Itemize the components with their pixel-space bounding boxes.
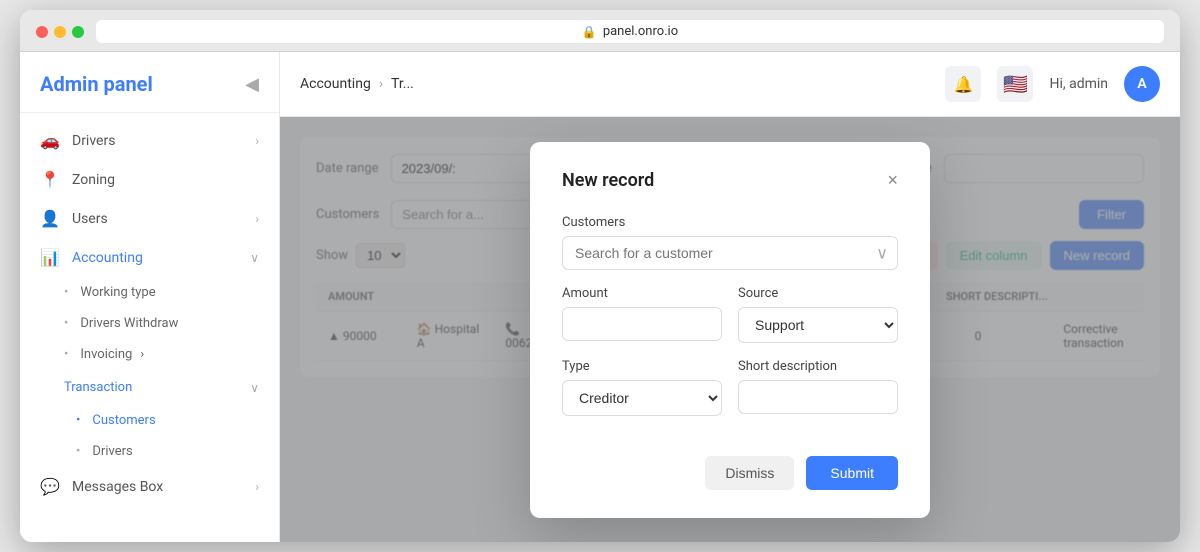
maximize-dot[interactable] [72, 26, 84, 38]
customers-field-label: Customers [562, 215, 898, 230]
chevron-down-icon: ∨ [250, 251, 259, 265]
sidebar-item-messages-box[interactable]: 💬 Messages Box › [20, 467, 279, 506]
sidebar-item-users[interactable]: 👤 Users › [20, 199, 279, 238]
browser-dots [36, 26, 84, 38]
modal-title: New record [562, 170, 654, 191]
transaction-label: Transaction [64, 380, 132, 395]
users-icon: 👤 [40, 209, 60, 228]
sidebar-item-transaction[interactable]: Transaction ∨ [20, 370, 279, 405]
sidebar-item-messages-label: Messages Box [72, 479, 163, 495]
browser-window: 🔒 panel.onro.io Admin panel ◀ 🚗 Drivers … [20, 10, 1180, 542]
sidebar-item-accounting-label: Accounting [72, 250, 143, 266]
submit-button[interactable]: Submit [806, 456, 898, 490]
notifications-button[interactable]: 🔔 [945, 66, 981, 102]
flag-icon: 🇺🇸 [1003, 72, 1028, 96]
collapse-button[interactable]: ◀ [245, 74, 259, 95]
top-bar: Accounting › Tr... 🔔 🇺🇸 Hi, admin A [280, 52, 1180, 117]
hi-text: Hi, admin [1049, 76, 1108, 92]
breadcrumb-accounting: Accounting [300, 76, 371, 92]
sidebar-item-zoning-label: Zoning [72, 172, 115, 188]
chevron-right-icon: › [255, 134, 259, 148]
modal-footer: Dismiss Submit [562, 456, 898, 490]
short-desc-input[interactable] [738, 380, 898, 414]
sidebar-item-drivers-label: Drivers [72, 133, 115, 149]
modal-header: New record × [562, 170, 898, 191]
minimize-dot[interactable] [54, 26, 66, 38]
chevron-right-icon: › [255, 212, 259, 226]
source-form-group: Source Support System Manual [738, 286, 898, 343]
customers-select-wrapper: ∨ [562, 236, 898, 270]
amount-source-row: Amount Source Support System Manual [562, 286, 898, 359]
language-button[interactable]: 🇺🇸 [997, 66, 1033, 102]
lock-icon: 🔒 [582, 25, 597, 39]
zoning-icon: 📍 [40, 170, 60, 189]
sidebar-item-drivers-withdraw[interactable]: Drivers Withdraw [20, 308, 279, 339]
chevron-right-icon: › [255, 480, 259, 494]
app-layout: Admin panel ◀ 🚗 Drivers › 📍 Zoning 👤 [20, 52, 1180, 542]
breadcrumb: Accounting › Tr... [300, 76, 414, 92]
new-record-modal: New record × Customers ∨ [530, 142, 930, 518]
customers-field-input[interactable] [562, 236, 898, 270]
sidebar-item-working-type[interactable]: Working type [20, 277, 279, 308]
source-select[interactable]: Support System Manual [738, 307, 898, 343]
type-form-group: Type Creditor Debtor [562, 359, 722, 416]
invoicing-label: Invoicing [80, 347, 132, 362]
sidebar-nav: 🚗 Drivers › 📍 Zoning 👤 Users › 📊 [20, 113, 279, 542]
working-type-label: Working type [80, 285, 155, 300]
address-bar: 🔒 panel.onro.io [96, 20, 1164, 43]
sidebar-item-invoicing[interactable]: Invoicing › [20, 339, 279, 370]
page-area: Date range Source Customers Filter [280, 117, 1180, 542]
sidebar-title: Admin panel [40, 72, 153, 96]
sidebar-item-drivers-sub[interactable]: Drivers [20, 436, 279, 467]
sidebar-item-customers[interactable]: Customers [20, 405, 279, 436]
modal-overlay: New record × Customers ∨ [280, 117, 1180, 542]
browser-chrome: 🔒 panel.onro.io [20, 10, 1180, 52]
avatar[interactable]: A [1124, 66, 1160, 102]
source-field-label: Source [738, 286, 898, 301]
sidebar-item-accounting[interactable]: 📊 Accounting ∨ [20, 238, 279, 277]
top-bar-right: 🔔 🇺🇸 Hi, admin A [945, 66, 1160, 102]
type-select[interactable]: Creditor Debtor [562, 380, 722, 416]
sidebar-item-users-label: Users [72, 211, 108, 227]
amount-label: Amount [562, 286, 722, 301]
type-label: Type [562, 359, 722, 374]
url-text: panel.onro.io [603, 24, 678, 39]
customers-form-group: Customers ∨ [562, 215, 898, 270]
sidebar-header: Admin panel ◀ [20, 52, 279, 113]
drivers-icon: 🚗 [40, 131, 60, 150]
drivers-withdraw-label: Drivers Withdraw [80, 316, 178, 331]
main-content: Accounting › Tr... 🔔 🇺🇸 Hi, admin A [280, 52, 1180, 542]
sidebar: Admin panel ◀ 🚗 Drivers › 📍 Zoning 👤 [20, 52, 280, 542]
bell-icon: 🔔 [953, 75, 973, 94]
sidebar-item-drivers[interactable]: 🚗 Drivers › [20, 121, 279, 160]
sidebar-item-zoning[interactable]: 📍 Zoning [20, 160, 279, 199]
dismiss-button[interactable]: Dismiss [705, 456, 794, 490]
short-desc-label: Short description [738, 359, 898, 374]
customers-label: Customers [92, 413, 155, 428]
accounting-icon: 📊 [40, 248, 60, 267]
type-shortdesc-row: Type Creditor Debtor Short description [562, 359, 898, 432]
short-desc-form-group: Short description [738, 359, 898, 416]
chevron-down-icon: ∨ [250, 381, 259, 395]
chevron-right-icon: › [140, 347, 144, 362]
close-dot[interactable] [36, 26, 48, 38]
drivers-sub-label: Drivers [92, 444, 132, 459]
breadcrumb-tr: Tr... [391, 76, 414, 92]
breadcrumb-sep: › [379, 76, 383, 92]
amount-form-group: Amount [562, 286, 722, 343]
modal-close-button[interactable]: × [887, 171, 898, 189]
messages-icon: 💬 [40, 477, 60, 496]
accounting-sub-nav: Working type Drivers Withdraw Invoicing … [20, 277, 279, 467]
amount-input[interactable] [562, 307, 722, 341]
